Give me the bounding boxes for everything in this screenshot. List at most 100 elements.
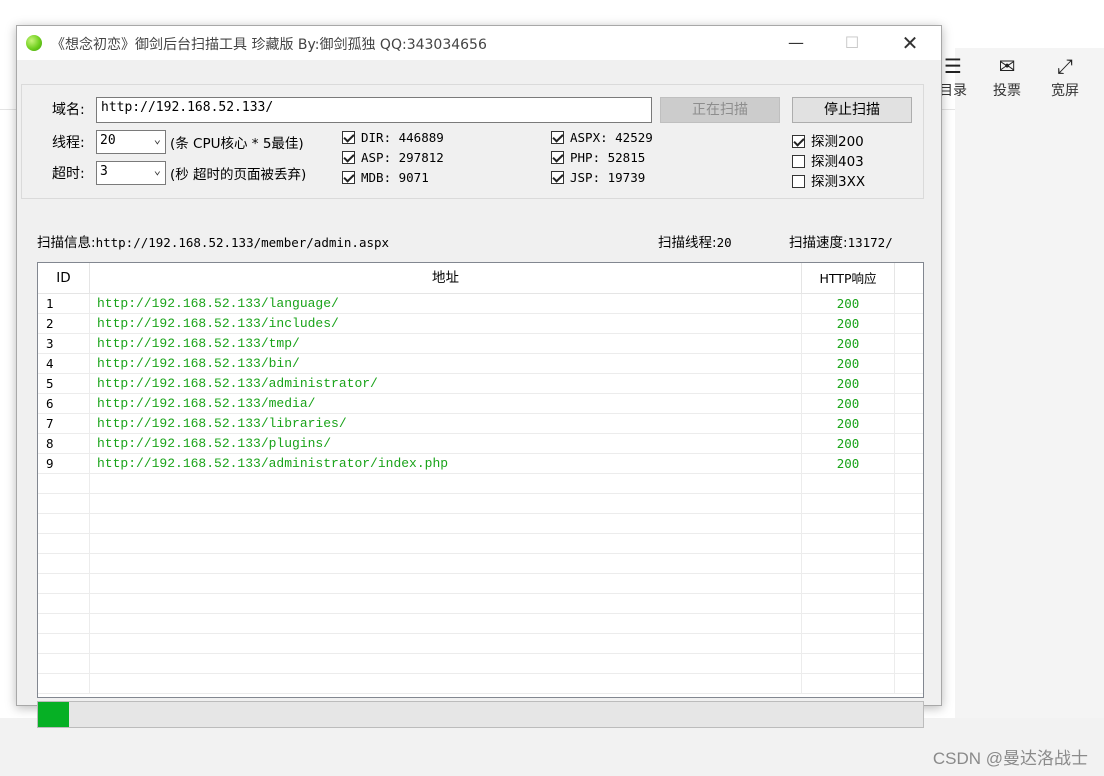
row-http-code: 200 (802, 374, 895, 394)
row-url: http://192.168.52.133/includes/ (90, 314, 802, 334)
checkbox-checked-icon (551, 131, 564, 144)
dict-php-checkbox[interactable]: PHP: 52815 (551, 150, 645, 165)
row-url: http://192.168.52.133/bin/ (90, 354, 802, 374)
empty-table-row (38, 494, 923, 514)
dict-asp-checkbox[interactable]: ASP: 297812 (342, 150, 444, 165)
checkbox-checked-icon (342, 151, 355, 164)
dict-dir-label: DIR: 446889 (361, 130, 444, 145)
probe-200-checkbox[interactable]: 探测200 (792, 130, 864, 150)
row-id: 1 (38, 294, 90, 314)
window-title: 《想念初恋》御剑后台扫描工具 珍藏版 By:御剑孤独 QQ:343034656 (51, 37, 487, 53)
column-header-http[interactable]: HTTP响应 (802, 263, 895, 294)
row-id (38, 654, 90, 674)
scan-info: 扫描信息:http://192.168.52.133/member/admin.… (37, 231, 389, 251)
widescreen-label: 宽屏 (1051, 83, 1079, 99)
dict-jsp-label: JSP: 19739 (570, 170, 646, 185)
table-row[interactable]: 9 http://192.168.52.133/administrator/ind… (38, 454, 923, 474)
row-id (38, 554, 90, 574)
results-body: 1 http://192.168.52.133/language/200 2 http… (38, 294, 923, 694)
table-row[interactable]: 2 http://192.168.52.133/includes/200 (38, 314, 923, 334)
row-url: http://192.168.52.133/administrator/inde… (90, 454, 802, 474)
empty-table-row (38, 554, 923, 574)
empty-table-row (38, 614, 923, 634)
probe-403-checkbox[interactable]: 探测403 (792, 150, 864, 170)
empty-table-row (38, 634, 923, 654)
table-row[interactable]: 1 http://192.168.52.133/language/200 (38, 294, 923, 314)
probe-403-label: 探测403 (811, 154, 864, 170)
threads-select[interactable]: 20 ⌄ (96, 130, 166, 154)
probe-3xx-label: 探测3XX (811, 174, 866, 190)
row-http-code (802, 674, 895, 694)
row-id: 5 (38, 374, 90, 394)
table-row[interactable]: 4 http://192.168.52.133/bin/200 (38, 354, 923, 374)
checkbox-checked-icon (342, 131, 355, 144)
timeout-hint: (秒 超时的页面被丢弃) (170, 167, 307, 183)
row-url: http://192.168.52.133/plugins/ (90, 434, 802, 454)
results-list[interactable]: ID 地址 HTTP响应 1 http://192.168.52.133/lang… (37, 262, 924, 698)
window-client: 域名: http://192.168.52.133/ 正在扫描 停止扫描 线程:… (17, 60, 941, 728)
dict-aspx-label: ASPX: 42529 (570, 130, 653, 145)
table-row[interactable]: 6 http://192.168.52.133/media/200 (38, 394, 923, 414)
table-row[interactable]: 8 http://192.168.52.133/plugins/200 (38, 434, 923, 454)
results-header: ID 地址 HTTP响应 (38, 263, 923, 294)
row-url (90, 614, 802, 634)
column-header-id[interactable]: ID (38, 263, 90, 294)
scan-speed: 扫描速度:13172/ (789, 231, 893, 251)
row-id (38, 634, 90, 654)
vote-icon: ✉ (998, 54, 1016, 78)
row-http-code: 200 (802, 334, 895, 354)
widescreen-button[interactable]: ⤢ 宽屏 (1040, 52, 1090, 100)
dict-php-label: PHP: 52815 (570, 150, 646, 165)
empty-table-row (38, 594, 923, 614)
dict-aspx-checkbox[interactable]: ASPX: 42529 (551, 130, 653, 145)
row-url: http://192.168.52.133/media/ (90, 394, 802, 414)
row-http-code: 200 (802, 354, 895, 374)
app-icon (26, 35, 42, 51)
row-http-code: 200 (802, 314, 895, 334)
vote-button[interactable]: ✉ 投票 (982, 52, 1032, 100)
scan-info-value: http://192.168.52.133/member/admin.aspx (95, 235, 390, 250)
row-url (90, 574, 802, 594)
row-http-code (802, 654, 895, 674)
close-button[interactable]: ✕ (887, 26, 933, 60)
checkbox-unchecked-icon (792, 155, 805, 168)
row-id: 4 (38, 354, 90, 374)
scanner-window: 《想念初恋》御剑后台扫描工具 珍藏版 By:御剑孤独 QQ:343034656 … (16, 25, 942, 728)
row-http-code (802, 474, 895, 494)
dict-dir-checkbox[interactable]: DIR: 446889 (342, 130, 444, 145)
probe-200-label: 探测200 (811, 134, 864, 150)
table-row[interactable]: 3 http://192.168.52.133/tmp/200 (38, 334, 923, 354)
dict-mdb-checkbox[interactable]: MDB: 9071 (342, 170, 429, 185)
chevron-down-icon: ⌄ (153, 132, 161, 146)
column-header-url[interactable]: 地址 (90, 263, 802, 294)
table-row[interactable]: 7 http://192.168.52.133/libraries/200 (38, 414, 923, 434)
scan-progress-bar (37, 701, 924, 728)
settings-group: 域名: http://192.168.52.133/ 正在扫描 停止扫描 线程:… (21, 84, 924, 199)
row-http-code: 200 (802, 454, 895, 474)
empty-table-row (38, 674, 923, 694)
dict-jsp-checkbox[interactable]: JSP: 19739 (551, 170, 645, 185)
minimize-button[interactable]: — (773, 26, 819, 60)
probe-3xx-checkbox[interactable]: 探测3XX (792, 170, 865, 190)
stop-scan-button[interactable]: 停止扫描 (792, 97, 912, 123)
page-right-panel (955, 48, 1104, 718)
row-id (38, 574, 90, 594)
timeout-select[interactable]: 3 ⌄ (96, 161, 166, 185)
scan-button: 正在扫描 (660, 97, 780, 123)
row-url (90, 634, 802, 654)
row-http-code (802, 554, 895, 574)
domain-input[interactable]: http://192.168.52.133/ (96, 97, 652, 123)
checkbox-checked-icon (342, 171, 355, 184)
title-bar[interactable]: 《想念初恋》御剑后台扫描工具 珍藏版 By:御剑孤独 QQ:343034656 … (17, 26, 941, 60)
timeout-label: 超时: (52, 166, 85, 182)
row-http-code: 200 (802, 414, 895, 434)
table-row[interactable]: 5 http://192.168.52.133/administrator/200 (38, 374, 923, 394)
row-url (90, 494, 802, 514)
row-id: 8 (38, 434, 90, 454)
row-http-code (802, 534, 895, 554)
row-url: http://192.168.52.133/administrator/ (90, 374, 802, 394)
scan-threads-value: 20 (716, 235, 732, 250)
row-http-code (802, 494, 895, 514)
catalog-label: 目录 (939, 83, 967, 99)
row-id (38, 674, 90, 694)
